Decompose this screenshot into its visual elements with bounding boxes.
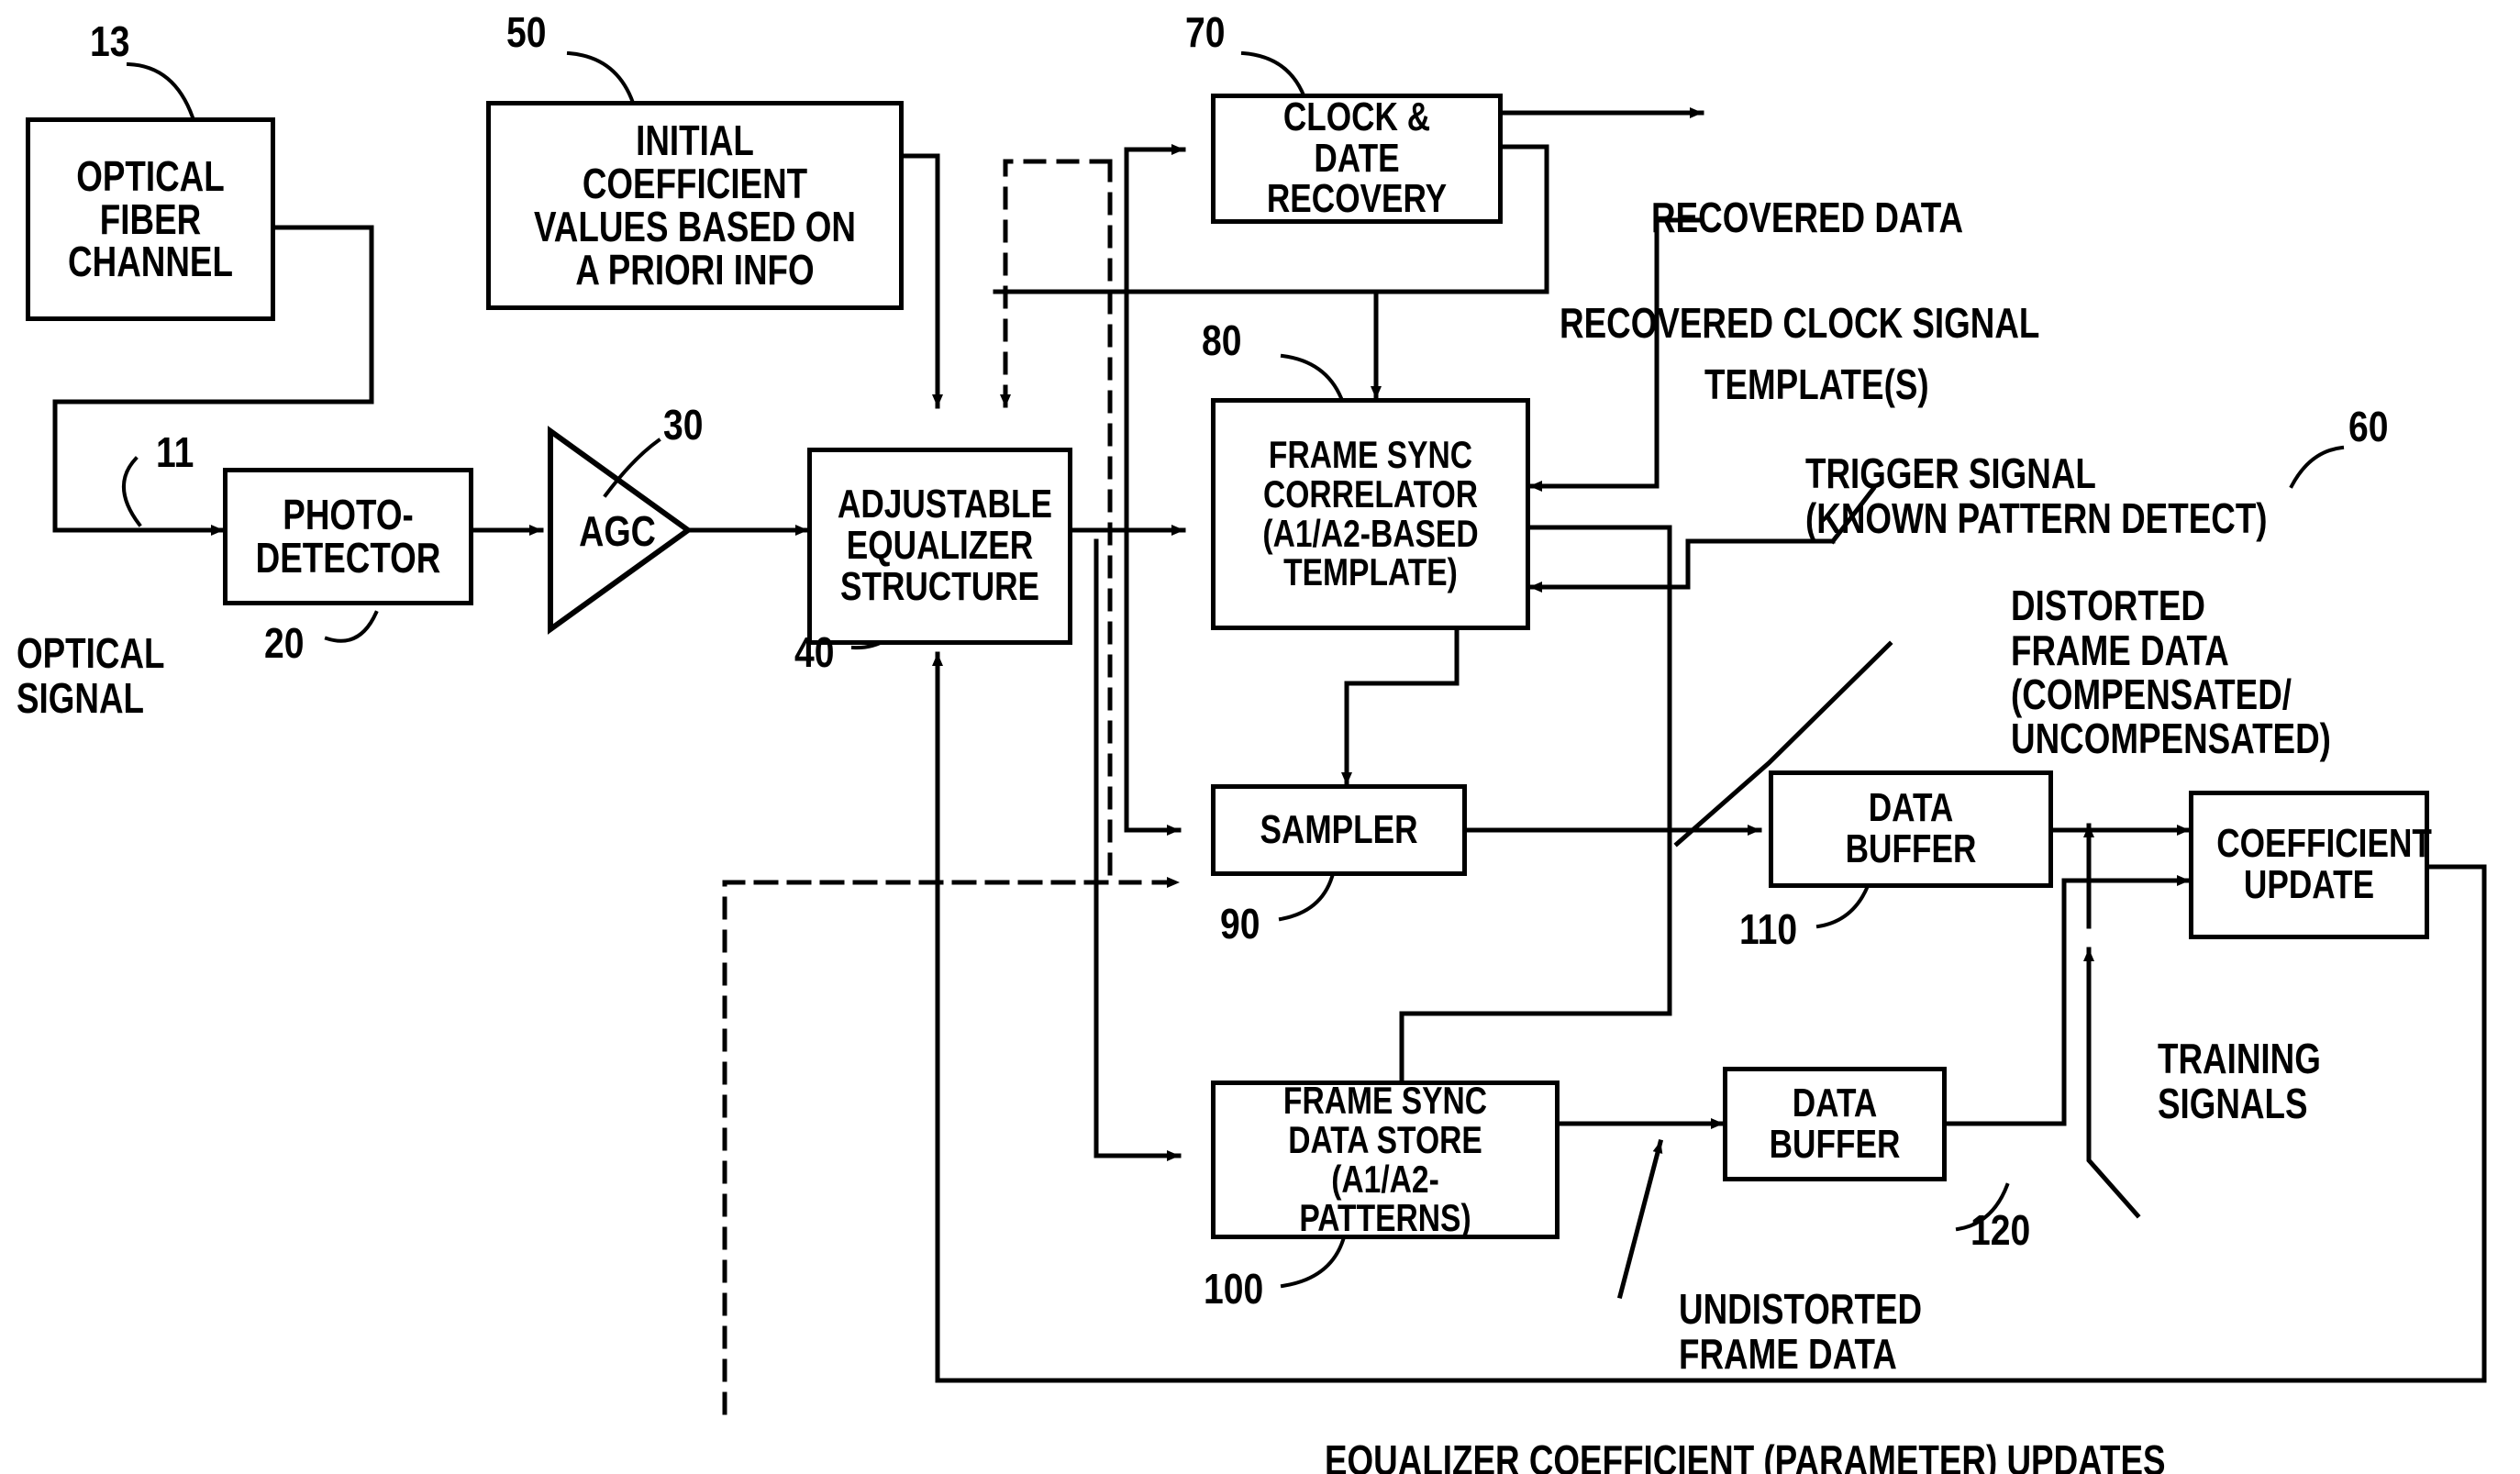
block-frame-sync-correlator[interactable]: FRAME SYNC CORRELATOR (A1/A2-BASED TEMPL… [1211,398,1530,630]
refnum-110: 110 [1739,905,1798,953]
block-adjustable-equalizer-structure[interactable]: ADJUSTABLE EQUALIZER STRUCTURE [807,448,1072,645]
wire-equalizer-to-sampler [1124,527,1182,836]
refnum-100: 100 [1204,1265,1264,1313]
refnum-60: 60 [2348,403,2389,450]
block-label-frame-sync-correlator: FRAME SYNC CORRELATOR (A1/A2-BASED TEMPL… [1262,432,1479,594]
label-distorted-frame-data: DISTORTED FRAME DATA (COMPENSATED/ UNCOM… [2011,582,2331,763]
refnum-13: 13 [90,17,130,65]
wire-initial-coeff-to-equalizer [901,153,943,409]
block-agc[interactable]: AGC [567,510,668,552]
refnum-80: 80 [1202,316,1242,364]
refnum-120: 120 [1970,1206,2031,1254]
wire-correlator-to-sampler [1341,627,1460,787]
block-clock-and-date-recovery[interactable]: CLOCK & DATE RECOVERY [1211,94,1503,224]
block-label-agc: AGC [579,507,656,555]
refnum-30: 30 [663,401,704,449]
block-label-sampler: SAMPLER [1260,806,1418,852]
leader-50 [566,50,636,105]
block-label-clock-and-date-recovery: CLOCK & DATE RECOVERY [1266,94,1448,222]
wire-databuffer120-to-coeffupdate [1944,875,2192,1126]
label-optical-signal: OPTICAL SIGNAL [17,629,165,722]
leader-11 [122,456,142,527]
label-training-signals: TRAINING SIGNALS [2158,1035,2321,1127]
block-label-data-buffer-110: DATA BUFFER [1845,785,1977,871]
wire-training-leader [2086,1080,2141,1219]
leader-110 [1815,883,1871,929]
wire-equalizer-to-clock-recovery [1124,144,1186,533]
block-label-data-buffer-120: DATA BUFFER [1769,1080,1901,1167]
wire-undistorted-frame-leader [1616,1138,1664,1300]
wire-dashed-coeff-feedback-top [1000,159,1113,409]
refnum-50: 50 [506,8,547,56]
refnum-20: 20 [264,619,305,667]
block-label-frame-sync-data-store: FRAME SYNC DATA STORE (A1/A2-PATTERNS) [1282,1078,1488,1240]
block-label-optical-fiber-channel: OPTICAL FIBER CHANNEL [68,151,233,286]
block-initial-coefficient-values[interactable]: INITIAL COEFFICIENT VALUES BASED ON A PR… [486,101,904,310]
block-frame-sync-data-store[interactable]: FRAME SYNC DATA STORE (A1/A2-PATTERNS) [1211,1081,1560,1239]
label-equalizer-coefficient-updates: EQUALIZER COEFFICIENT (PARAMETER) UPDATE… [1325,1436,2166,1474]
leader-90 [1278,874,1335,922]
refnum-70: 70 [1185,8,1226,56]
leader-80 [1280,353,1344,401]
block-data-buffer-120[interactable]: DATA BUFFER [1723,1067,1947,1181]
wire-dashed-left-bus [722,159,1113,1415]
leader-13 [126,61,195,120]
leader-100 [1280,1237,1346,1289]
block-photo-detector[interactable]: PHOTO- DETECTOR [223,468,473,605]
refnum-90: 90 [1220,900,1260,948]
block-optical-fiber-channel[interactable]: OPTICAL FIBER CHANNEL [26,117,275,321]
block-label-photo-detector: PHOTO- DETECTOR [255,491,441,582]
refnum-40: 40 [794,628,835,676]
block-label-adjustable-equalizer-structure: ADJUSTABLE EQUALIZER STRUCTURE [837,482,1052,609]
refnum-11: 11 [156,428,194,476]
leader-20 [324,610,379,643]
block-label-coefficient-update: COEFFICIENT UPDATE [2216,821,2432,907]
block-sampler[interactable]: SAMPLER [1211,784,1467,876]
block-coefficient-update[interactable]: COEFFICIENT UPDATE [2189,791,2432,939]
figure-canvas: OPTICAL FIBER CHANNEL INITIAL COEFFICIEN… [0,0,2520,1474]
block-label-initial-coefficient-values: INITIAL COEFFICIENT VALUES BASED ON A PR… [533,116,856,294]
